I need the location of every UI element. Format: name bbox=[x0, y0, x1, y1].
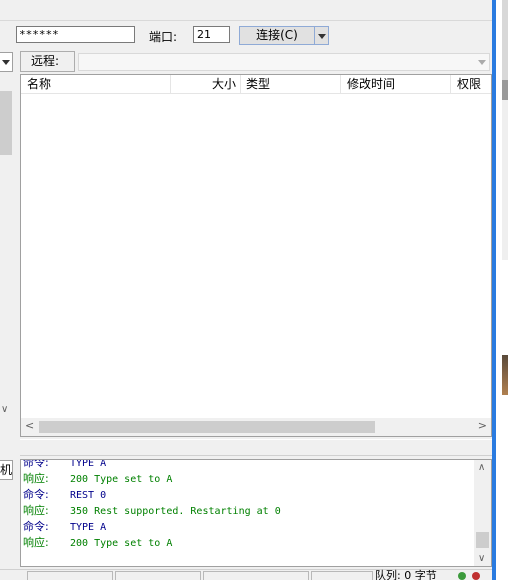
column-header-name[interactable]: 名称 bbox=[21, 75, 171, 94]
remote-path-combo[interactable] bbox=[78, 53, 490, 71]
queue-status: 队列: 0 字节 bbox=[375, 569, 437, 580]
status-cell bbox=[27, 571, 113, 580]
log-line-text: 200 Type set to A bbox=[70, 474, 173, 485]
scroll-left-icon[interactable]: < bbox=[25, 419, 34, 432]
port-field[interactable]: 21 bbox=[193, 26, 230, 43]
password-field[interactable]: ****** bbox=[16, 26, 135, 43]
log-line: 命令: REST 0 bbox=[23, 487, 281, 503]
local-path-dropdown[interactable] bbox=[0, 52, 13, 72]
column-header-type[interactable]: 类型 bbox=[241, 75, 341, 94]
file-list-header: 名称 大小 类型 修改时间 权限 bbox=[21, 75, 491, 94]
port-label: 端口: bbox=[149, 30, 178, 44]
status-green-icon bbox=[458, 572, 466, 580]
log-line-kind: 响应: bbox=[23, 472, 49, 485]
chevron-down-icon[interactable] bbox=[478, 60, 486, 65]
local-vertical-scrollbar[interactable]: ∨ bbox=[0, 75, 13, 417]
column-header-modified[interactable]: 修改时间 bbox=[341, 75, 451, 94]
log-lines: 命令: TYPE A 响应: 200 Type set to A 命令: REST 0 响应… bbox=[23, 459, 281, 551]
log-vertical-scrollbar[interactable]: ∧ ∨ bbox=[474, 460, 491, 566]
adjacent-window-edge bbox=[502, 0, 508, 80]
column-header-permissions[interactable]: 权限 bbox=[451, 75, 491, 94]
scroll-thumb[interactable] bbox=[0, 91, 12, 155]
window-border bbox=[492, 0, 496, 580]
status-cell bbox=[311, 571, 373, 580]
log-line: 响应: 350 Rest supported. Restarting at 0 bbox=[23, 503, 281, 519]
scroll-down-icon[interactable]: ∨ bbox=[478, 553, 485, 564]
status-cell bbox=[115, 571, 201, 580]
adjacent-image-edge bbox=[502, 355, 508, 395]
log-line-text: TYPE A bbox=[70, 522, 107, 533]
log-line: 响应: 200 Type set to A bbox=[23, 535, 281, 551]
column-header-size[interactable]: 大小 bbox=[171, 75, 241, 94]
log-line-kind: 命令: bbox=[23, 520, 49, 533]
log-line-text: 350 Rest supported. Restarting at 0 bbox=[70, 506, 281, 517]
log-line-kind: 命令: bbox=[23, 459, 49, 469]
status-cell bbox=[203, 571, 309, 580]
panel-splitter[interactable] bbox=[20, 439, 492, 456]
log-line-kind: 命令: bbox=[23, 488, 49, 501]
log-line-text: TYPE A bbox=[70, 459, 107, 469]
connect-dropdown-button[interactable] bbox=[315, 26, 329, 45]
scroll-up-icon[interactable]: ∧ bbox=[478, 462, 485, 473]
scroll-down-icon[interactable]: ∨ bbox=[1, 404, 8, 415]
status-red-icon bbox=[472, 572, 480, 580]
log-line-text: REST 0 bbox=[70, 490, 107, 501]
scroll-right-icon[interactable]: > bbox=[478, 419, 487, 432]
scroll-thumb[interactable] bbox=[476, 532, 489, 548]
adjacent-window-edge bbox=[502, 100, 508, 260]
remote-label: 远程: bbox=[20, 51, 75, 72]
log-line-kind: 响应: bbox=[23, 504, 49, 517]
log-line-kind: 响应: bbox=[23, 536, 49, 549]
log-line: 命令: TYPE A bbox=[23, 459, 281, 471]
adjacent-window-edge bbox=[502, 80, 508, 100]
file-list-horizontal-scrollbar[interactable]: < > bbox=[21, 418, 491, 436]
remote-file-list[interactable]: 名称 大小 类型 修改时间 权限 < > bbox=[20, 74, 492, 437]
local-label-fragment: 机 bbox=[0, 460, 13, 480]
log-line: 命令: TYPE A bbox=[23, 519, 281, 535]
log-line-text: 200 Type set to A bbox=[70, 538, 173, 549]
connect-button[interactable]: 连接(C) bbox=[239, 26, 315, 45]
top-toolbar-strip bbox=[0, 0, 492, 21]
log-panel[interactable]: 命令: TYPE A 响应: 200 Type set to A 命令: REST 0 响应… bbox=[20, 459, 492, 567]
scroll-thumb[interactable] bbox=[39, 421, 375, 433]
log-line: 响应: 200 Type set to A bbox=[23, 471, 281, 487]
